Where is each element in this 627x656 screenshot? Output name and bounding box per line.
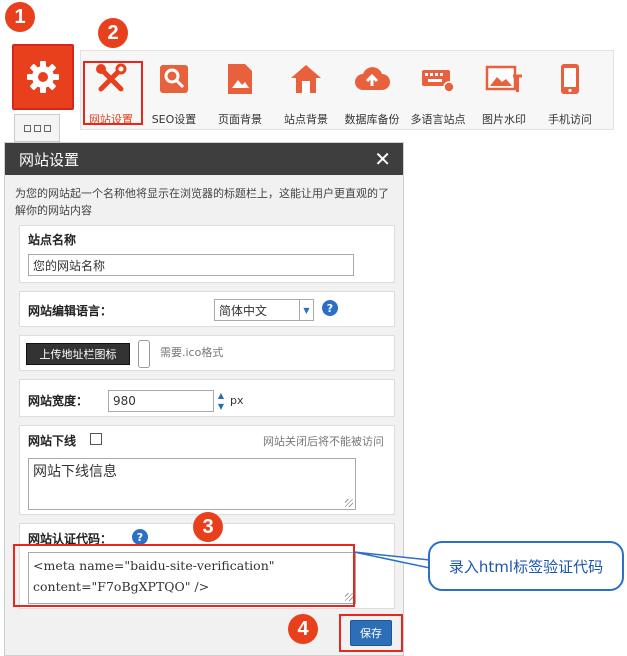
- site-name-panel: 站点名称 您的网站名称: [19, 225, 395, 283]
- upload-favicon-button[interactable]: 上传地址栏图标: [26, 343, 130, 365]
- dialog-header: 网站设置 ✕: [5, 143, 403, 175]
- keyboard-gear-icon: [422, 70, 455, 93]
- offline-label: 网站下线: [28, 434, 77, 448]
- tool-label: 手机访问: [548, 113, 592, 126]
- site-width-label: 网站宽度：: [28, 394, 89, 408]
- settings-gear-button[interactable]: [12, 44, 74, 110]
- tool-mobile-access[interactable]: 手机访问: [537, 51, 603, 129]
- callout-bubble: 录入html标签验证代码: [428, 541, 624, 591]
- dialog-title: 网站设置: [19, 150, 80, 169]
- site-name-input[interactable]: 您的网站名称: [28, 254, 354, 276]
- square-dot-icon: [23, 124, 31, 132]
- more-button[interactable]: [14, 114, 60, 142]
- site-name-label: 站点名称: [28, 233, 77, 247]
- chevron-up-icon[interactable]: ▲: [214, 390, 228, 401]
- favicon-hint: 需要.ico格式: [160, 346, 224, 359]
- step-badge-2: 2: [98, 18, 128, 48]
- site-width-input[interactable]: 980: [108, 390, 214, 412]
- callout-pointer: [354, 551, 430, 569]
- site-width-stepper[interactable]: ▲ ▼: [214, 390, 228, 412]
- seo-search-icon: [160, 65, 188, 93]
- site-width-unit: px: [230, 394, 244, 407]
- resize-grip-icon[interactable]: [345, 499, 353, 507]
- offline-panel: 网站下线 网站关闭后将不能被访问 网站下线信息: [19, 425, 395, 515]
- tool-label: 数据库备份: [344, 113, 400, 126]
- chevron-down-icon[interactable]: ▼: [214, 401, 228, 412]
- close-icon[interactable]: ✕: [374, 149, 391, 169]
- favicon-preview: [138, 340, 150, 368]
- step-badge-3: 3: [193, 512, 223, 542]
- favicon-panel: 上传地址栏图标 需要.ico格式: [19, 335, 395, 371]
- square-dot-icon: [33, 124, 41, 132]
- cloud-upload-icon: [355, 67, 390, 90]
- language-value: 简体中文: [219, 303, 268, 318]
- step-badge-4: 4: [288, 614, 318, 644]
- offline-message: 网站下线信息: [33, 464, 117, 480]
- tool-label: 页面背景: [218, 113, 262, 126]
- tool-database-backup[interactable]: 数据库备份: [339, 51, 405, 129]
- tool-label: 图片水印: [482, 113, 526, 126]
- offline-message-textarea[interactable]: 网站下线信息: [28, 458, 356, 510]
- tool-image-watermark[interactable]: 图片水印: [471, 51, 537, 129]
- language-label: 网站编辑语言：: [28, 304, 113, 318]
- page-image-icon: [228, 64, 252, 94]
- highlight-box-verify-code: [13, 544, 355, 607]
- language-panel: 网站编辑语言： 简体中文 ▼ ?: [19, 291, 395, 327]
- tool-label: SEO设置: [151, 113, 197, 126]
- house-image-icon: [291, 65, 321, 93]
- square-dot-icon: [43, 124, 51, 132]
- mobile-phone-icon: [561, 64, 579, 94]
- site-width-panel: 网站宽度： 980 ▲ ▼ px: [19, 379, 395, 417]
- gear-icon: [27, 61, 59, 93]
- tool-site-background[interactable]: 站点背景: [273, 51, 339, 129]
- tool-seo-settings[interactable]: SEO设置: [141, 51, 207, 129]
- image-watermark-icon: [485, 65, 522, 92]
- chevron-down-icon: ▼: [299, 300, 313, 320]
- tool-multilingual-site[interactable]: 多语言站点: [405, 51, 471, 129]
- tool-label: 多语言站点: [410, 113, 466, 126]
- tool-page-background[interactable]: 页面背景: [207, 51, 273, 129]
- step-badge-1: 1: [5, 2, 35, 32]
- settings-toolbar: 网站设置 SEO设置 页面背景 站点背景 数据库备份 多语言站点 图片水印 手机…: [80, 50, 614, 130]
- dialog-intro: 为您的网站起一个名称他将显示在浏览器的标题栏上，这能让用户更直观的了解你的网站内…: [15, 187, 389, 217]
- tool-label: 站点背景: [284, 113, 328, 126]
- language-select[interactable]: 简体中文 ▼: [214, 299, 314, 321]
- save-button[interactable]: 保存: [350, 620, 392, 646]
- offline-checkbox[interactable]: [90, 433, 102, 445]
- help-icon[interactable]: ?: [322, 300, 338, 316]
- highlight-box-site-settings: [83, 61, 143, 125]
- offline-hint: 网站关闭后将不能被访问: [263, 435, 384, 448]
- help-icon[interactable]: ?: [132, 529, 148, 545]
